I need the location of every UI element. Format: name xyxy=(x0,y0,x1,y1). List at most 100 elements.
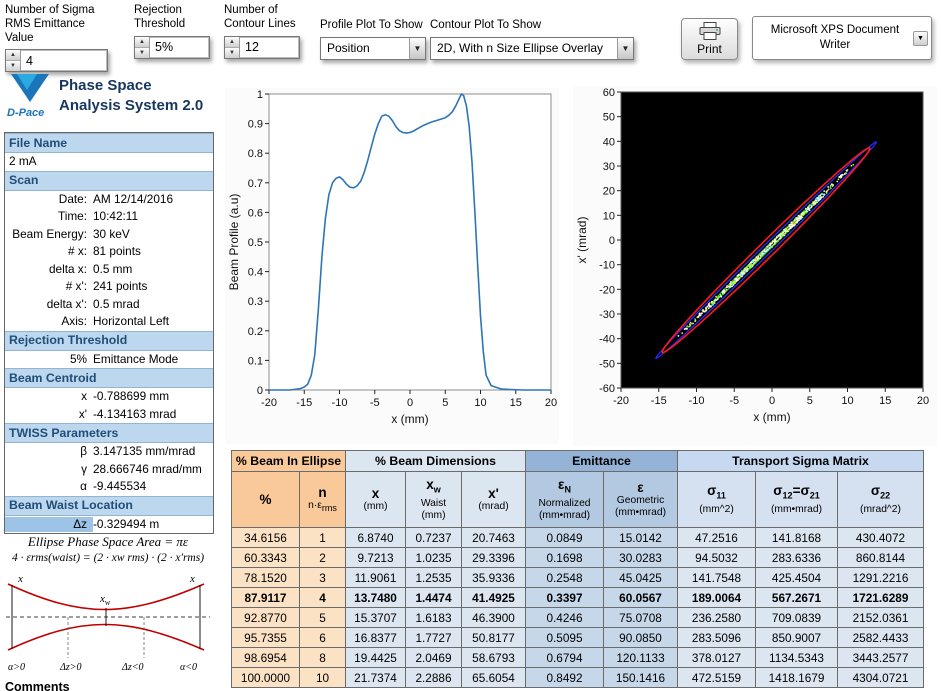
table-column-header: % xyxy=(231,471,300,528)
table-cell: 45.0425 xyxy=(603,567,678,588)
table-row: 95.7355 6 16.8377 1.7727 50.8177 0.5095 90.085… xyxy=(231,627,924,648)
section-header-rejection: Rejection Threshold xyxy=(5,330,213,351)
contour-lines-value-field[interactable]: 12 xyxy=(240,36,299,58)
print-button[interactable]: Print xyxy=(681,18,738,60)
table-column-header: ε Geometric (mm•mrad) xyxy=(603,471,678,528)
table-column-header: x (mm) xyxy=(345,471,406,528)
svg-text:D-Pace: D-Pace xyxy=(7,107,44,119)
table-cell: 1721.6289 xyxy=(837,587,924,608)
table-column-header: xw Waist (mm) xyxy=(405,471,462,528)
info-value: 28.666746 mrad/mm xyxy=(93,461,202,476)
profile-plot-selected[interactable]: Position xyxy=(321,38,409,59)
table-cell: 141.7548 xyxy=(677,567,756,588)
table-cell: 0.1698 xyxy=(525,547,604,568)
table-cell: 1418.1679 xyxy=(755,667,838,688)
table-row: 92.8770 5 15.3707 1.6183 46.3900 0.4246 75.070… xyxy=(231,607,924,628)
x-left-label: x xyxy=(17,573,23,585)
printer-select[interactable]: Microsoft XPS Document Writer ▼ xyxy=(752,16,932,60)
info-row-twiss: α -9.445534 xyxy=(5,478,213,496)
table-cell: 35.9336 xyxy=(461,567,526,588)
x-tick-label: 10 xyxy=(841,395,853,407)
table-cell: 41.4925 xyxy=(461,587,526,608)
y-tick-label: 60 xyxy=(603,87,615,99)
plot-area xyxy=(620,91,924,389)
profile-plot-dropdown[interactable]: Position ▼ xyxy=(320,36,426,60)
increment-icon[interactable]: ▲ xyxy=(225,36,239,48)
contour-lines-control-group: Number of Contour Lines ▲ ▼ 12 xyxy=(224,4,310,59)
contour-lines-spinner[interactable]: ▲ ▼ 12 xyxy=(224,35,300,59)
section-header-file_name: File Name xyxy=(5,133,213,153)
info-label: delta x: xyxy=(48,261,87,276)
y-tick-label: 0.6 xyxy=(248,207,263,219)
info-row-scan: Beam Energy: 30 keV xyxy=(5,226,213,244)
results-table: % Beam In Ellipse% Beam Dimensions Emitta… xyxy=(231,450,924,688)
dpace-logo: D-Pace xyxy=(7,74,49,119)
decrement-icon[interactable]: ▼ xyxy=(6,61,20,72)
table-cell: 13.7480 xyxy=(345,587,406,608)
table-cell: 16.8377 xyxy=(345,627,406,648)
table-cell: 50.8177 xyxy=(461,627,526,648)
info-value: 3.147135 mm/mrad xyxy=(93,444,196,458)
table-cell: 425.4504 xyxy=(755,567,838,588)
contour-plot-dropdown[interactable]: 2D, With n Size Ellipse Overlay ▼ xyxy=(430,36,634,60)
rejection-value-field[interactable]: 5% xyxy=(150,36,209,58)
scan-info-panel: File Name 2 mA Scan Date: AM 12/14/2016 Time:… xyxy=(4,132,214,534)
table-cell: 0.6794 xyxy=(525,647,604,668)
phase-space-contour-chart: -20 -15 -10 -5 0 5 10 15 20 -60 -50 -40 -30 -20 -10 0 10… xyxy=(573,86,937,446)
table-cell: 430.4072 xyxy=(837,527,924,548)
decrement-icon[interactable]: ▼ xyxy=(225,47,239,58)
info-value: 30 keV xyxy=(93,226,130,241)
decrement-icon[interactable]: ▼ xyxy=(135,47,149,58)
profile-select-group: Profile Plot To Show Position ▼ xyxy=(320,4,432,60)
table-cell: 60.3343 xyxy=(231,547,300,568)
table-cell: 90.0850 xyxy=(603,627,678,648)
sigma-spinner[interactable]: ▲ ▼ 4 xyxy=(5,49,108,73)
info-row-centroid: x -0.788699 mm xyxy=(5,388,213,406)
table-cell: 87.9117 xyxy=(231,587,300,608)
y-tick-label: 0.1 xyxy=(248,355,263,367)
table-cell: 5 xyxy=(299,607,346,628)
contour-plot-selected[interactable]: 2D, With n Size Ellipse Overlay xyxy=(431,38,617,59)
info-value: -0.329494 m xyxy=(93,516,160,531)
info-row-twiss: γ 28.666746 mrad/mm xyxy=(5,461,213,479)
table-cell: 0.0849 xyxy=(525,527,604,548)
y-tick-label: 10 xyxy=(603,210,615,222)
x-axis-label: x (mm) xyxy=(753,410,790,424)
info-label: # x': xyxy=(65,279,87,293)
x-tick-label: 15 xyxy=(510,397,522,409)
info-label: x xyxy=(81,389,87,403)
table-cell: 3443.2577 xyxy=(837,647,924,668)
plot-area xyxy=(268,93,552,391)
table-cell: 860.8144 xyxy=(837,547,924,568)
table-cell: 2 xyxy=(299,547,346,568)
table-cell: 1291.2216 xyxy=(837,567,924,588)
x-tick-label: 0 xyxy=(407,397,413,409)
sigma-value-field[interactable]: 4 xyxy=(21,50,107,72)
table-cell: 150.1416 xyxy=(603,667,678,688)
table-cell: 21.7374 xyxy=(345,667,406,688)
table-cell: 20.7463 xyxy=(461,527,526,548)
profile-select-label: Profile Plot To Show xyxy=(320,19,423,31)
table-column-header: n n·εrms xyxy=(299,471,346,528)
info-value: 241 points xyxy=(93,279,148,293)
increment-icon[interactable]: ▲ xyxy=(6,50,20,62)
y-axis-label: Beam Profile (a.u) xyxy=(227,194,241,291)
phase-space-contour-plot: -20 -15 -10 -5 0 5 10 15 20-60-50-40-30-20-10010… xyxy=(575,87,929,424)
table-row: 98.6954 8 19.4425 2.0469 58.6793 0.6794 120.11… xyxy=(231,647,924,668)
info-label: Beam Energy: xyxy=(12,226,87,241)
table-cell: 78.1520 xyxy=(231,567,300,588)
y-tick-label: -10 xyxy=(599,260,615,272)
chevron-down-icon[interactable]: ▼ xyxy=(409,37,425,59)
section-header-scan: Scan xyxy=(5,170,213,191)
rejection-spinner[interactable]: ▲ ▼ 5% xyxy=(134,35,210,59)
chevron-down-icon[interactable]: ▼ xyxy=(913,30,928,46)
info-row-scan: # x: 81 points xyxy=(5,243,213,261)
y-tick-label: -30 xyxy=(599,309,615,321)
chevron-down-icon[interactable]: ▼ xyxy=(617,37,633,59)
info-row-rejection: 5% Emittance Mode xyxy=(5,351,213,369)
contour-lines-label: Number of Contour Lines xyxy=(224,4,296,30)
printer-name[interactable]: Microsoft XPS Document Writer xyxy=(753,23,913,53)
phase-space-analysis-window: Number of Sigma RMS Emittance Value ▲ ▼ 4… xyxy=(0,0,941,691)
y-tick-label: 20 xyxy=(603,186,615,198)
increment-icon[interactable]: ▲ xyxy=(135,36,149,48)
